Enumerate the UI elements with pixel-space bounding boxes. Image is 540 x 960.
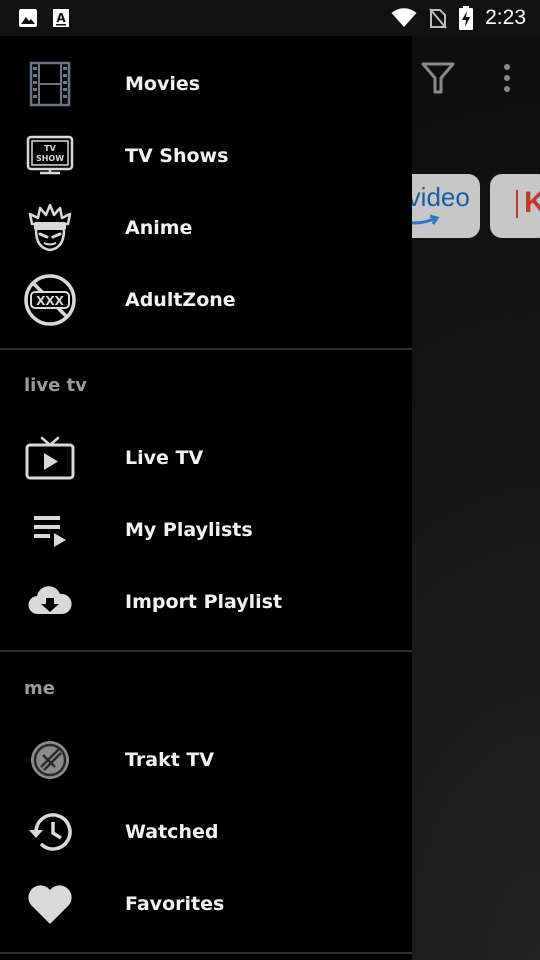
battery-charging-icon <box>459 6 474 30</box>
drawer-item-movies[interactable]: Movies <box>0 48 412 120</box>
drawer-item-watched[interactable]: Watched <box>0 796 412 868</box>
drawer-item-label: Anime <box>125 217 193 239</box>
drawer-item-label: Watched <box>125 821 219 843</box>
xxx-icon-text: XXX <box>36 294 65 308</box>
live-tv-icon <box>22 430 78 486</box>
drawer-item-live-tv[interactable]: Live TV <box>0 422 412 494</box>
drawer-item-my-playlists[interactable]: My Playlists <box>0 494 412 566</box>
clock: 2:23 <box>485 6 526 29</box>
drawer-item-import-playlist[interactable]: Import Playlist <box>0 566 412 638</box>
playlist-play-icon <box>22 502 78 558</box>
card-label: K <box>524 186 540 219</box>
navigation-drawer: Movies TV SHOW TV Shows Anime XXX AdultZ… <box>0 36 412 960</box>
no-sim-icon <box>429 7 447 29</box>
section-title-live-tv: live tv <box>24 375 87 396</box>
card-accent <box>516 190 518 218</box>
drawer-item-label: Import Playlist <box>125 591 283 613</box>
cloud-download-icon <box>22 574 78 630</box>
section-title-me: me <box>24 678 55 699</box>
drawer-item-label: AdultZone <box>125 289 236 311</box>
drawer-item-label: Trakt TV <box>125 749 215 771</box>
history-icon <box>22 804 78 860</box>
svg-text:A: A <box>56 11 66 25</box>
wifi-icon <box>391 8 417 28</box>
filter-icon[interactable] <box>420 60 456 100</box>
drawer-item-anime[interactable]: Anime <box>0 192 412 264</box>
drawer-divider <box>0 952 412 954</box>
image-notification-icon <box>18 8 38 28</box>
status-bar: A 2:23 <box>0 0 540 36</box>
heart-icon <box>22 876 78 932</box>
film-strip-icon <box>22 56 78 112</box>
show-icon-text: SHOW <box>36 154 64 163</box>
tv-show-icon: TV SHOW <box>22 128 78 184</box>
trakt-icon <box>22 732 78 788</box>
drawer-item-tv-shows[interactable]: TV SHOW TV Shows <box>0 120 412 192</box>
drawer-item-label: TV Shows <box>125 145 229 167</box>
drawer-divider <box>0 650 412 652</box>
drawer-item-label: Live TV <box>125 447 204 469</box>
drawer-item-adultzone[interactable]: XXX AdultZone <box>0 264 412 336</box>
adult-restricted-icon: XXX <box>22 272 78 328</box>
text-notification-icon: A <box>52 8 70 28</box>
more-vert-icon[interactable] <box>500 62 514 98</box>
drawer-item-label: Movies <box>125 73 201 95</box>
drawer-item-favorites[interactable]: Favorites <box>0 868 412 940</box>
drawer-item-label: Favorites <box>125 893 225 915</box>
tv-icon-text: TV <box>44 144 56 153</box>
drawer-divider <box>0 348 412 350</box>
drawer-item-label: My Playlists <box>125 519 253 541</box>
anime-ninja-icon <box>22 200 78 256</box>
provider-card[interactable]: K <box>490 174 540 238</box>
drawer-item-trakt-tv[interactable]: Trakt TV <box>0 724 412 796</box>
